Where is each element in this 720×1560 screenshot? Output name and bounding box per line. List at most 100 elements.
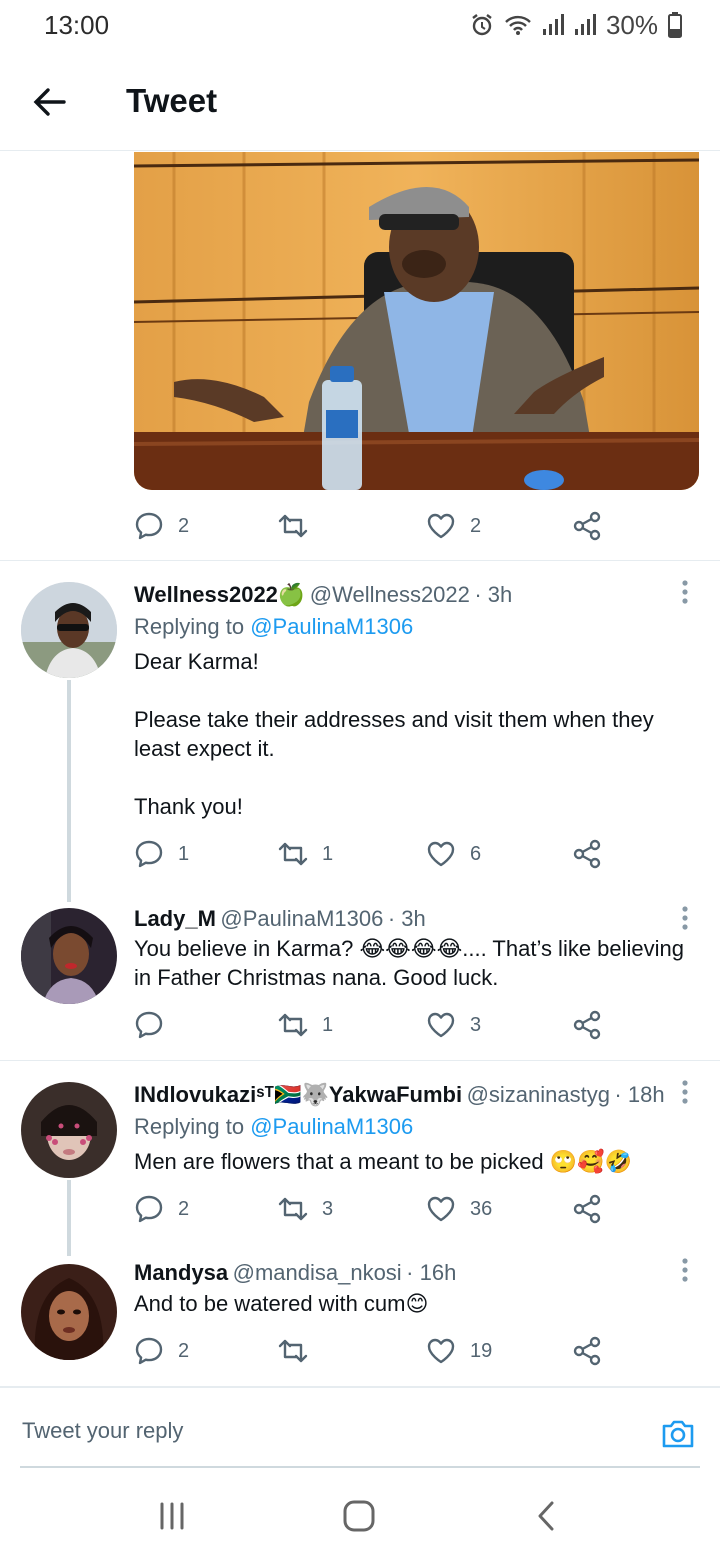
reply-icon <box>135 840 163 868</box>
reply-button[interactable]: 2 <box>134 1331 189 1371</box>
signal-icon <box>574 14 596 35</box>
thread-line <box>67 1180 71 1256</box>
heart-icon <box>427 841 455 867</box>
user-handle: @mandisa_nkosi <box>232 1260 402 1285</box>
share-icon <box>573 1336 601 1366</box>
tweet-actions: 1 3 <box>134 1005 614 1045</box>
system-nav-bar <box>0 1472 720 1560</box>
more-options-icon[interactable] <box>675 1078 695 1108</box>
reply-icon <box>135 512 163 540</box>
like-count: 36 <box>470 1197 493 1220</box>
alarm-icon <box>472 14 492 36</box>
reply-icon <box>135 1195 163 1223</box>
user-handle: @PaulinaM1306 <box>220 906 384 931</box>
display-name[interactable]: INdlovukaziˢᵀ🇿🇦🐺YakwaFumbi <box>134 1082 462 1107</box>
reply-button[interactable] <box>134 1005 178 1045</box>
like-button[interactable]: 6 <box>426 834 481 874</box>
like-button[interactable]: 3 <box>426 1005 481 1045</box>
arrow-left-icon[interactable] <box>30 82 70 122</box>
main-tweet-actions: 2 2 <box>134 506 614 546</box>
tweet-time: · 3h <box>474 582 513 607</box>
like-button[interactable]: 36 <box>426 1189 492 1229</box>
retweet-button[interactable]: 1 <box>278 834 333 874</box>
display-name[interactable]: Lady_M <box>134 906 216 931</box>
user-handle: @sizaninastyg <box>466 1082 610 1107</box>
reply-header: Lady_M @PaulinaM1306 · 3h <box>134 906 426 932</box>
avatar[interactable] <box>21 908 117 1004</box>
more-options-icon[interactable] <box>675 578 695 608</box>
avatar-image <box>21 582 117 678</box>
retweet-count: 1 <box>322 842 334 865</box>
status-bar: 13:00 30% <box>0 0 720 52</box>
share-button[interactable] <box>572 506 602 546</box>
reply-icon <box>135 1011 163 1039</box>
replying-to-label: Replying to <box>134 1114 251 1139</box>
like-button[interactable]: 2 <box>426 506 481 546</box>
tweet-actions: 2 19 <box>134 1331 614 1371</box>
input-underline <box>20 1466 700 1468</box>
display-name[interactable]: Mandysa <box>134 1260 228 1285</box>
avatar-image <box>21 1082 117 1178</box>
reply-icon <box>135 1337 163 1365</box>
replying-to-link[interactable]: @PaulinaM1306 <box>250 614 413 639</box>
reply-count: 1 <box>178 842 190 865</box>
retweet-button[interactable] <box>278 1331 322 1371</box>
reply-header: INdlovukaziˢᵀ🇿🇦🐺YakwaFumbi @sizaninastyg… <box>134 1082 665 1108</box>
avatar[interactable] <box>21 1082 117 1178</box>
retweet-button[interactable]: 1 <box>278 1005 333 1045</box>
photo-image <box>134 152 699 490</box>
retweet-button[interactable] <box>278 506 322 546</box>
tweet-text: Men are flowers that a meant to be picke… <box>134 1149 632 1174</box>
status-icons: 30% <box>470 10 682 40</box>
camera-icon[interactable] <box>660 1416 696 1452</box>
retweet-button[interactable]: 3 <box>278 1189 333 1229</box>
share-button[interactable] <box>572 1005 602 1045</box>
avatar[interactable] <box>21 1264 117 1360</box>
reply-button[interactable]: 2 <box>134 1189 189 1229</box>
wifi-icon <box>505 15 531 35</box>
divider <box>0 560 720 561</box>
user-handle: @Wellness2022 <box>309 582 470 607</box>
reply-header: Wellness2022🍏 @Wellness2022 · 3h <box>134 582 512 608</box>
share-button[interactable] <box>572 1331 602 1371</box>
share-button[interactable] <box>572 1189 602 1229</box>
replying-to: Replying to @PaulinaM1306 <box>134 614 413 640</box>
display-name[interactable]: Wellness2022🍏 <box>134 582 305 607</box>
avatar-image <box>21 908 117 1004</box>
like-count: 2 <box>470 514 482 537</box>
back-icon[interactable] <box>532 1500 562 1532</box>
retweet-count: 1 <box>322 1013 334 1036</box>
replying-to: Replying to @PaulinaM1306 <box>134 1114 413 1140</box>
share-icon <box>573 839 601 869</box>
retweet-icon <box>278 514 308 538</box>
thread-line <box>67 680 71 902</box>
divider <box>0 1060 720 1061</box>
retweet-icon <box>278 1013 308 1037</box>
tweet-photo[interactable] <box>134 152 699 490</box>
home-icon[interactable] <box>342 1499 376 1533</box>
avatar[interactable] <box>21 582 117 678</box>
tweet-actions: 2 3 36 <box>134 1189 614 1229</box>
more-options-icon[interactable] <box>675 1256 695 1286</box>
heart-icon <box>427 1012 455 1038</box>
tweet-text: Dear Karma! Please take their addresses … <box>134 649 654 819</box>
replying-to-link[interactable]: @PaulinaM1306 <box>250 1114 413 1139</box>
reply-button[interactable]: 2 <box>134 506 189 546</box>
retweet-count: 3 <box>322 1197 334 1220</box>
reply-button[interactable]: 1 <box>134 834 189 874</box>
reply-count: 2 <box>178 1339 190 1362</box>
more-options-icon[interactable] <box>675 904 695 934</box>
reply-composer[interactable]: Tweet your reply <box>0 1386 720 1470</box>
like-button[interactable]: 19 <box>426 1331 492 1371</box>
battery-icon <box>668 12 682 38</box>
page-title: Tweet <box>126 82 218 119</box>
share-button[interactable] <box>572 834 602 874</box>
share-icon <box>573 511 601 541</box>
reply-input[interactable]: Tweet your reply <box>22 1418 183 1444</box>
heart-icon <box>427 1338 455 1364</box>
retweet-icon <box>278 842 308 866</box>
top-app-bar: Tweet <box>0 52 720 151</box>
reply-header: Mandysa @mandisa_nkosi · 16h <box>134 1260 456 1286</box>
signal-icon <box>542 14 564 35</box>
recent-apps-icon[interactable] <box>156 1500 188 1532</box>
